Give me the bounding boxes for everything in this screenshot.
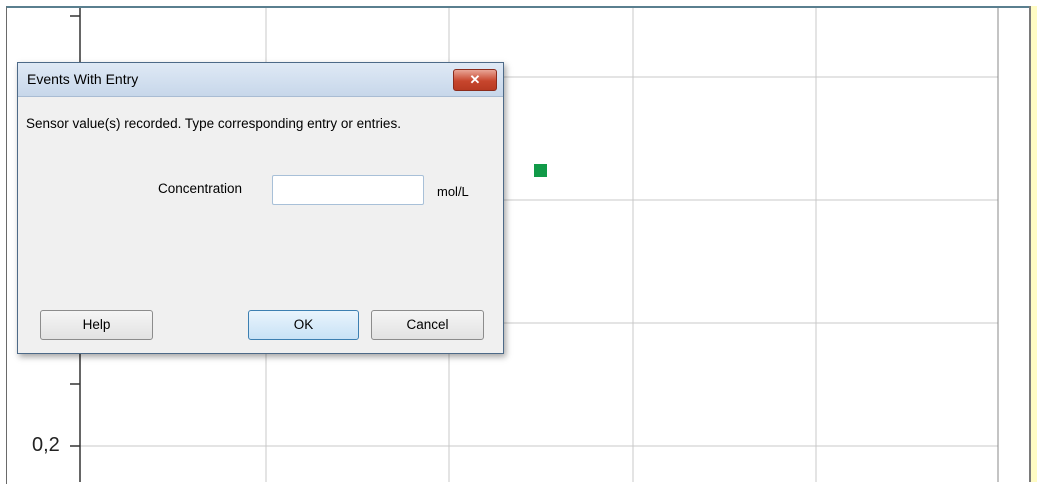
help-button[interactable]: Help [40,310,153,340]
dialog-title: Events With Entry [27,71,139,87]
cancel-button[interactable]: Cancel [371,310,484,340]
close-button[interactable]: ✕ [453,69,497,91]
unit-label: mol/L [437,184,469,199]
y-tick-label: 0,2 [32,434,60,456]
data-point-marker [534,164,547,177]
events-with-entry-dialog: Events With Entry ✕ Sensor value(s) reco… [17,62,504,354]
concentration-label: Concentration [158,181,243,196]
ok-button[interactable]: OK [248,310,359,340]
concentration-input[interactable] [272,175,424,205]
dialog-title-bar[interactable]: Events With Entry ✕ [18,63,503,97]
dialog-message: Sensor value(s) recorded. Type correspon… [26,116,401,131]
close-icon: ✕ [469,72,481,87]
